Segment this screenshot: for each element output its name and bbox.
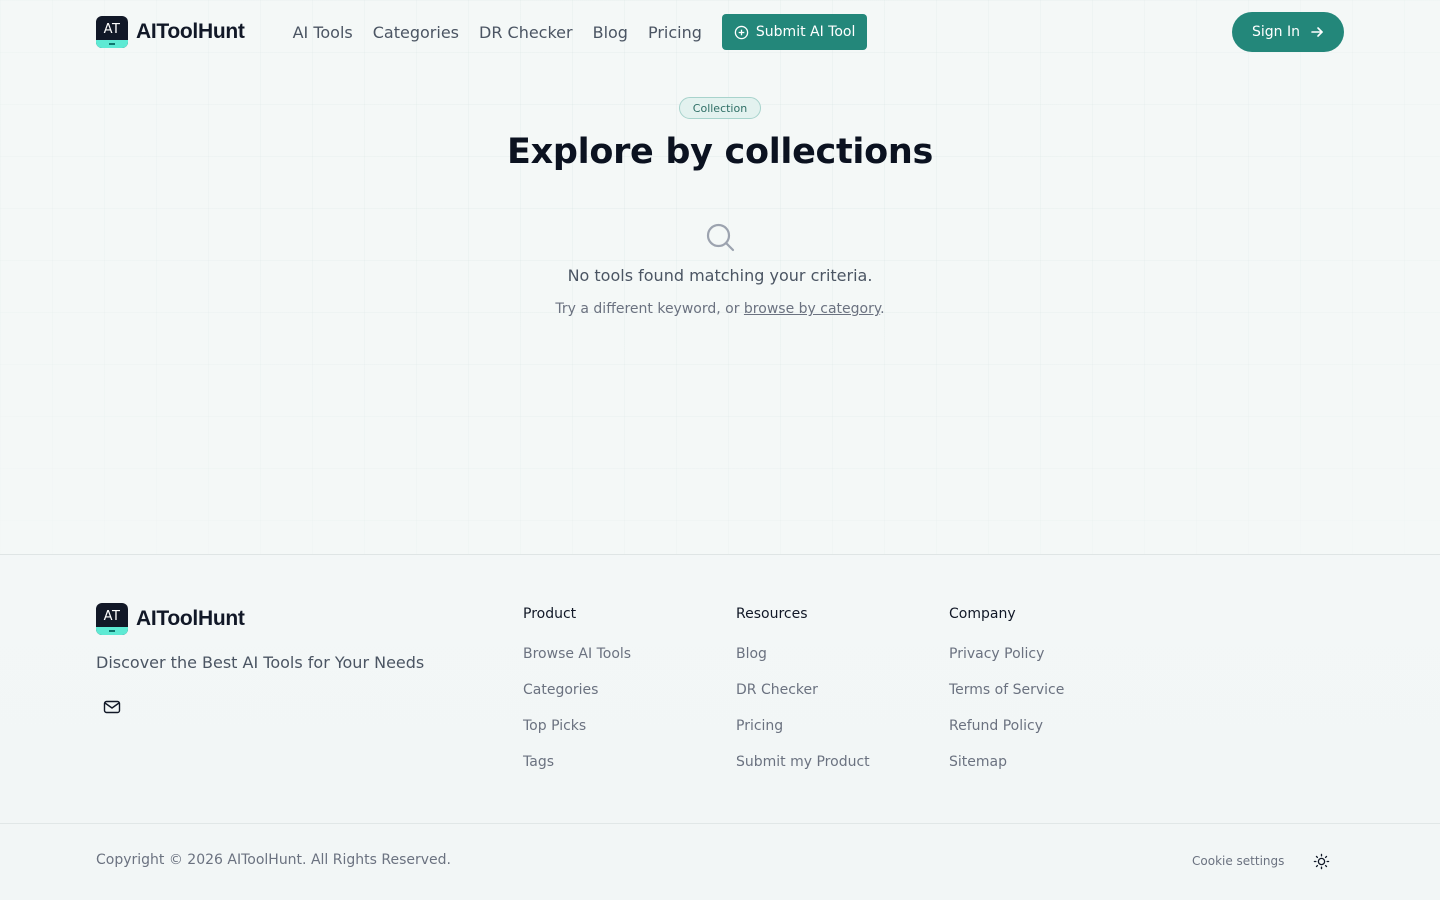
sun-icon[interactable] [1313,853,1330,870]
footer-column-title: Product [523,606,577,622]
browse-by-category-link[interactable]: browse by category [744,301,880,317]
arrow-right-icon [1311,27,1323,37]
plus-circle-icon [734,25,749,39]
logo-name: AIToolHunt [136,20,245,43]
logo-mark-bar [96,40,128,48]
copyright-text: Copyright © 2026 AIToolHunt. All Rights … [96,852,451,868]
nav-pricing[interactable]: Pricing [648,23,702,42]
footer-column-company: Company Privacy Policy Terms of Service … [949,606,1064,787]
footer-column-title: Company [949,606,1016,622]
footer-link-blog[interactable]: Blog [736,646,767,662]
nav-blog[interactable]: Blog [593,23,628,42]
empty-state-message: No tools found matching your criteria. [567,266,873,285]
footer-link-submit-my-product[interactable]: Submit my Product [736,754,870,770]
footer-logo-mark: AT [96,603,128,635]
footer-link-browse-ai-tools[interactable]: Browse AI Tools [523,646,631,662]
site-footer: AT AIToolHunt Discover the Best AI Tools… [0,555,1440,900]
footer-link-categories[interactable]: Categories [523,682,598,698]
footer-logo-mark-text: AT [103,609,121,624]
footer-link-top-picks[interactable]: Top Picks [523,718,586,734]
footer-logo-name: AIToolHunt [136,607,245,630]
nav-dr-checker[interactable]: DR Checker [479,23,573,42]
sign-in-label: Sign In [1252,24,1300,40]
sign-in-button[interactable]: Sign In [1232,12,1344,52]
submit-ai-tool-label: Submit AI Tool [755,24,856,40]
footer-tagline: Discover the Best AI Tools for Your Need… [96,653,425,672]
empty-state-sub-prefix: Try a different keyword, or [555,301,744,317]
submit-ai-tool-button[interactable]: Submit AI Tool [721,14,868,50]
footer-link-privacy-policy[interactable]: Privacy Policy [949,646,1044,662]
empty-state-sub-suffix: . [880,301,885,317]
footer-link-sitemap[interactable]: Sitemap [949,754,1007,770]
footer-link-dr-checker[interactable]: DR Checker [736,682,818,698]
search-icon [706,223,735,252]
page-title: Explore by collections [506,132,933,172]
cookie-settings-button[interactable]: Cookie settings [1192,854,1284,868]
collection-badge: Collection [679,97,761,119]
footer-link-tags[interactable]: Tags [523,754,554,770]
footer-link-terms-of-service[interactable]: Terms of Service [949,682,1064,698]
site-header: AT AIToolHunt AI Tools Categories DR Che… [96,12,1344,52]
footer-logo-mark-bar [96,627,128,635]
footer-link-refund-policy[interactable]: Refund Policy [949,718,1043,734]
logo-mark: AT [96,16,128,48]
footer-link-pricing[interactable]: Pricing [736,718,783,734]
footer-column-title: Resources [736,606,808,622]
header-logo[interactable]: AT AIToolHunt [96,16,245,48]
footer-bottom-divider [0,823,1440,824]
mail-icon[interactable] [103,699,121,715]
footer-column-product: Product Browse AI Tools Categories Top P… [523,606,631,787]
main-nav: AI Tools Categories DR Checker Blog Pric… [293,14,868,50]
footer-column-resources: Resources Blog DR Checker Pricing Submit… [736,606,870,787]
nav-ai-tools[interactable]: AI Tools [293,23,353,42]
nav-categories[interactable]: Categories [373,23,459,42]
logo-mark-text: AT [103,22,121,37]
footer-logo[interactable]: AT AIToolHunt [96,603,245,635]
empty-state-subtext: Try a different keyword, or browse by ca… [0,301,1440,317]
